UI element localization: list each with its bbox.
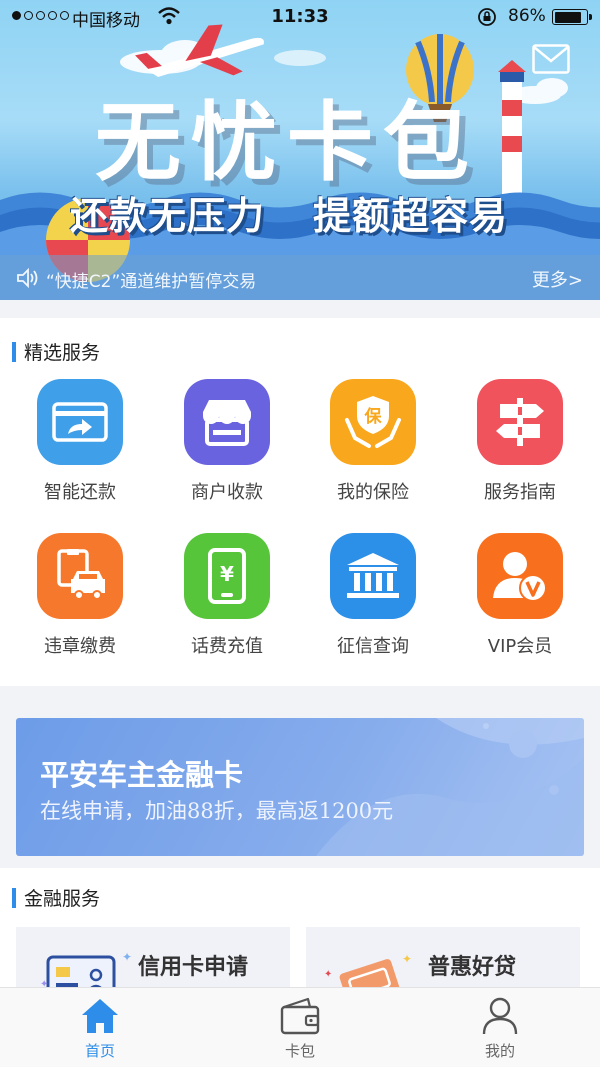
card-repay-icon (37, 379, 123, 465)
featured-services-section: 精选服务 智能还款 商户收款 保 我的保险 服务指南 违章缴费 ¥ 话费充值 征… (0, 318, 600, 686)
tab-label: 我的 (484, 1042, 515, 1060)
tab-wallet[interactable]: 卡包 (200, 988, 400, 1067)
mail-icon[interactable] (532, 44, 570, 74)
featured-services-heading: 精选服务 (12, 338, 100, 365)
tab-label: 卡包 (284, 1042, 315, 1060)
speaker-icon (17, 268, 38, 288)
user-icon (482, 997, 518, 1035)
service-traffic-fine[interactable]: 违章缴费 (7, 533, 153, 658)
promo-title: 平安车主金融卡 (40, 758, 244, 792)
notice-bar[interactable]: “快捷C2”通道维护暂停交易 更多> (0, 255, 600, 300)
tab-label: 首页 (84, 1042, 115, 1060)
promo-banner[interactable]: 平安车主金融卡 在线申请，加油88折，最高返1200元 (16, 718, 584, 856)
svg-text:¥: ¥ (220, 562, 234, 586)
service-label: 征信查询 (337, 636, 409, 657)
finance-card-label: 普惠好贷 (428, 955, 517, 980)
battery-icon (552, 9, 592, 25)
insurance-icon: 保 (330, 379, 416, 465)
service-smart-repay[interactable]: 智能还款 (7, 379, 153, 504)
tab-profile[interactable]: 我的 (400, 988, 600, 1067)
finance-services-title: 金融服务 (24, 888, 101, 910)
featured-services-title: 精选服务 (24, 342, 101, 364)
hero-title: 无忧卡包 (95, 93, 479, 193)
home-icon (82, 999, 118, 1033)
service-label: 服务指南 (484, 482, 556, 503)
svg-text:✦: ✦ (122, 950, 132, 964)
hero-subtitle-right: 提额超容易 (313, 194, 509, 238)
bank-icon (330, 533, 416, 619)
phone-topup-icon: ¥ (184, 533, 270, 619)
hero-subtitle-left: 还款无压力 (70, 194, 266, 238)
car-fine-icon (37, 533, 123, 619)
signpost-icon (477, 379, 563, 465)
service-guide[interactable]: 服务指南 (447, 379, 593, 504)
bottom-tab-bar: 首页 卡包 我的 (0, 987, 600, 1067)
service-phone-topup[interactable]: ¥ 话费充值 (154, 533, 300, 658)
hero-subtitle: 还款无压力 提额超容易 (70, 185, 508, 240)
service-label: 违章缴费 (44, 636, 116, 657)
service-label: 话费充值 (191, 636, 263, 657)
finance-card-label: 信用卡申请 (138, 955, 249, 980)
rotation-lock-icon (478, 8, 496, 26)
service-label: 我的保险 (337, 482, 409, 503)
promo-subtitle: 在线申请，加油88折，最高返1200元 (40, 799, 394, 823)
store-icon (184, 379, 270, 465)
service-vip-member[interactable]: VIP会员 (447, 533, 593, 658)
finance-services-heading: 金融服务 (12, 884, 100, 911)
service-credit-check[interactable]: 征信查询 (300, 533, 446, 658)
service-label: 智能还款 (44, 482, 116, 503)
vip-member-icon (477, 533, 563, 619)
service-label: 商户收款 (191, 482, 263, 503)
service-my-insurance[interactable]: 保 我的保险 (300, 379, 446, 504)
service-merchant-collect[interactable]: 商户收款 (154, 379, 300, 504)
wallet-icon (280, 997, 320, 1035)
notice-more-link[interactable]: 更多> (532, 266, 583, 292)
battery-percentage: 86% (508, 6, 546, 26)
svg-text:保: 保 (364, 406, 383, 427)
svg-text:✦: ✦ (324, 969, 332, 980)
status-bar: 中国移动 11:33 86% (0, 0, 600, 34)
svg-text:✦: ✦ (402, 952, 412, 966)
tab-home[interactable]: 首页 (0, 988, 200, 1067)
hero-banner[interactable]: 无忧卡包 还款无压力 提额超容易 “快捷C2”通道维护暂停交易 更多> (0, 0, 600, 300)
service-label: VIP会员 (487, 636, 553, 657)
notice-text: “快捷C2”通道维护暂停交易 (46, 272, 257, 292)
